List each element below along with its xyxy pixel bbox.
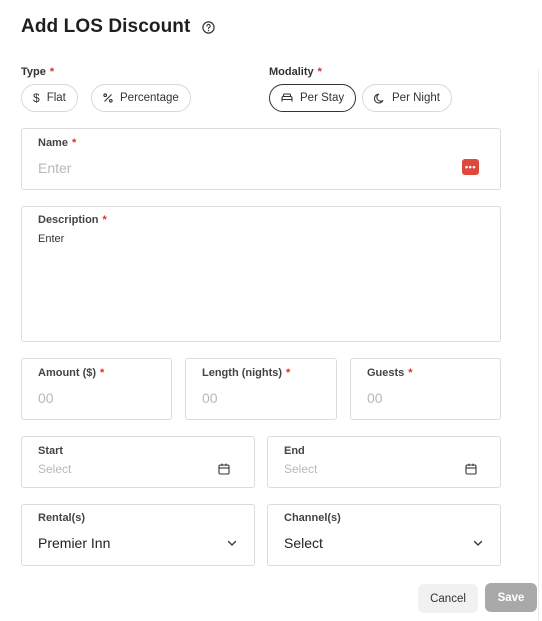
name-field[interactable]: Name * Enter ••• <box>21 128 501 190</box>
help-icon[interactable] <box>202 20 216 34</box>
modality-label: Modality * <box>269 66 322 78</box>
description-field[interactable]: Description * Enter <box>21 206 501 342</box>
bed-icon <box>281 93 293 103</box>
modality-option-label: Per Stay <box>300 92 345 104</box>
modality-option-per-night[interactable]: Per Night <box>362 84 452 112</box>
end-label: End <box>284 445 305 457</box>
channels-value: Select <box>284 535 323 551</box>
name-label: Name * <box>38 137 77 149</box>
length-input[interactable]: 00 <box>202 390 218 406</box>
moon-icon <box>374 93 385 104</box>
required-marker: * <box>100 367 105 379</box>
dialog-title: Add LOS Discount <box>21 16 191 37</box>
rentals-label: Rental(s) <box>38 512 86 524</box>
rentals-value: Premier Inn <box>38 535 111 551</box>
save-button[interactable]: Save <box>485 583 537 612</box>
required-marker: * <box>49 66 55 78</box>
description-input[interactable]: Enter <box>38 233 64 245</box>
amount-input[interactable]: 00 <box>38 390 54 406</box>
dialog-header: Add LOS Discount <box>21 16 216 38</box>
rentals-select[interactable]: Rental(s) Premier Inn <box>21 504 255 566</box>
calendar-icon[interactable] <box>465 463 477 475</box>
end-date-input[interactable]: Select <box>284 462 317 476</box>
required-marker: * <box>408 367 413 379</box>
required-marker: * <box>102 214 107 226</box>
guests-field[interactable]: Guests * 00 <box>350 358 501 420</box>
guests-input[interactable]: 00 <box>367 390 383 406</box>
type-label: Type * <box>21 66 55 78</box>
name-input[interactable]: Enter <box>38 160 71 176</box>
length-field[interactable]: Length (nights) * 00 <box>185 358 337 420</box>
calendar-icon[interactable] <box>218 463 230 475</box>
guests-label: Guests * <box>367 367 413 379</box>
percent-icon <box>103 93 113 103</box>
channels-select[interactable]: Channel(s) Select <box>267 504 501 566</box>
start-date-field[interactable]: Start Select <box>21 436 255 488</box>
chevron-down-icon[interactable] <box>227 540 237 547</box>
end-date-field[interactable]: End Select <box>267 436 501 488</box>
required-marker: * <box>317 66 322 78</box>
amount-field[interactable]: Amount ($) * 00 <box>21 358 172 420</box>
chevron-down-icon[interactable] <box>473 540 483 547</box>
dollar-icon: $ <box>33 91 40 105</box>
channels-label: Channel(s) <box>284 512 341 524</box>
type-option-label: Percentage <box>120 92 179 104</box>
cancel-button[interactable]: Cancel <box>418 584 478 613</box>
modality-option-per-stay[interactable]: Per Stay <box>269 84 357 112</box>
required-marker: * <box>286 367 291 379</box>
scrollbar-edge <box>538 70 539 621</box>
required-marker: * <box>71 137 77 149</box>
type-option-flat[interactable]: $ Flat <box>21 84 78 112</box>
amount-label: Amount ($) * <box>38 367 105 379</box>
modality-option-label: Per Night <box>392 92 440 104</box>
password-manager-icon[interactable]: ••• <box>462 159 479 175</box>
start-date-input[interactable]: Select <box>38 462 71 476</box>
type-option-label: Flat <box>46 92 66 104</box>
start-label: Start <box>38 445 64 457</box>
type-option-percentage[interactable]: Percentage <box>91 84 191 112</box>
description-label: Description * <box>38 214 107 226</box>
length-label: Length (nights) * <box>202 367 291 379</box>
